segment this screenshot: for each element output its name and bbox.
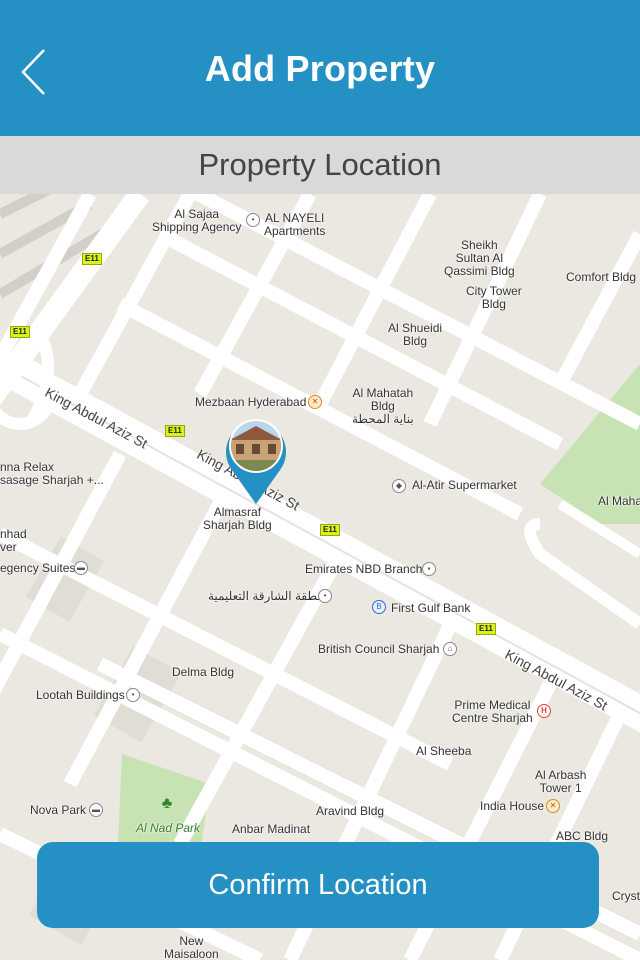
place-label: Comfort Bldg — [566, 270, 637, 284]
place-label: Lootah Buildings — [36, 688, 125, 702]
road-shield: E11 — [320, 524, 340, 536]
school-icon: • — [318, 589, 332, 603]
confirm-location-button[interactable]: Confirm Location — [37, 842, 599, 928]
place-label: Al Maha — [598, 494, 640, 508]
place-label: Anbar Madinat — [232, 822, 311, 836]
place-label: Al Sheeba — [416, 744, 472, 758]
place-label: Al-Atir Supermarket — [412, 478, 517, 492]
place-label: Al Arbash Tower 1 — [535, 768, 587, 795]
hotel-icon: ▬ — [89, 803, 103, 817]
bank-icon: B — [372, 600, 386, 614]
place-label: Emirates NBD Branch — [305, 562, 423, 576]
restaurant-icon: ✕ — [308, 395, 322, 409]
place-label: New Maisaloon — [164, 934, 219, 960]
place-label: Al Sajaa Shipping Agency — [152, 207, 242, 234]
place-label: Al Mahatah Bldg بناية المحطة — [352, 386, 414, 426]
place-label: Prime Medical Centre Sharjah — [452, 698, 533, 725]
restaurant-icon: ✕ — [546, 799, 560, 813]
place-label: AL NAYELI Apartments — [264, 211, 326, 238]
place-label: nna Relax sasage Sharjah +... — [0, 460, 104, 487]
place-label: Delma Bldg — [172, 665, 235, 679]
location-pin-icon[interactable] — [222, 414, 290, 506]
app-header: Add Property — [0, 0, 640, 136]
building-marker-icon: • — [126, 688, 140, 702]
place-label: Nova Park — [30, 803, 87, 817]
place-label: Sheikh Sultan Al Qassimi Bldg — [444, 238, 515, 278]
place-marker-icon: • — [246, 213, 260, 227]
bank-branch-icon: ▪ — [422, 562, 436, 576]
road-shield: E11 — [82, 253, 102, 265]
place-label: Mezbaan Hyderabad — [195, 395, 307, 409]
place-label: First Gulf Bank — [391, 601, 471, 615]
place-label: British Council Sharjah — [318, 642, 440, 656]
supermarket-icon: ◆ — [392, 479, 406, 493]
place-label: Al Shueidi Bldg — [388, 321, 443, 348]
institution-icon: ⌂ — [443, 642, 457, 656]
hospital-icon: H — [537, 704, 551, 718]
hotel-icon: ▬ — [74, 561, 88, 575]
place-label: Aravind Bldg — [316, 804, 385, 818]
place-label: City Tower Bldg — [466, 284, 522, 311]
page-title: Add Property — [204, 48, 436, 89]
section-title: Property Location — [0, 136, 640, 194]
road-shield: E11 — [476, 623, 496, 635]
place-label: Cryst — [612, 889, 640, 903]
place-label: nhad ver — [0, 527, 27, 554]
place-label: منطقة الشارقة التعليمية — [208, 589, 328, 603]
place-label: egency Suites — [0, 561, 76, 575]
road-shield: E11 — [165, 425, 185, 437]
road-shield: E11 — [10, 326, 30, 338]
place-label: Almasraf Sharjah Bldg — [203, 505, 272, 532]
place-label: Al Nad Park — [136, 821, 201, 835]
park-tree-icon: ♣ — [161, 795, 173, 812]
place-label: India House — [480, 799, 545, 813]
